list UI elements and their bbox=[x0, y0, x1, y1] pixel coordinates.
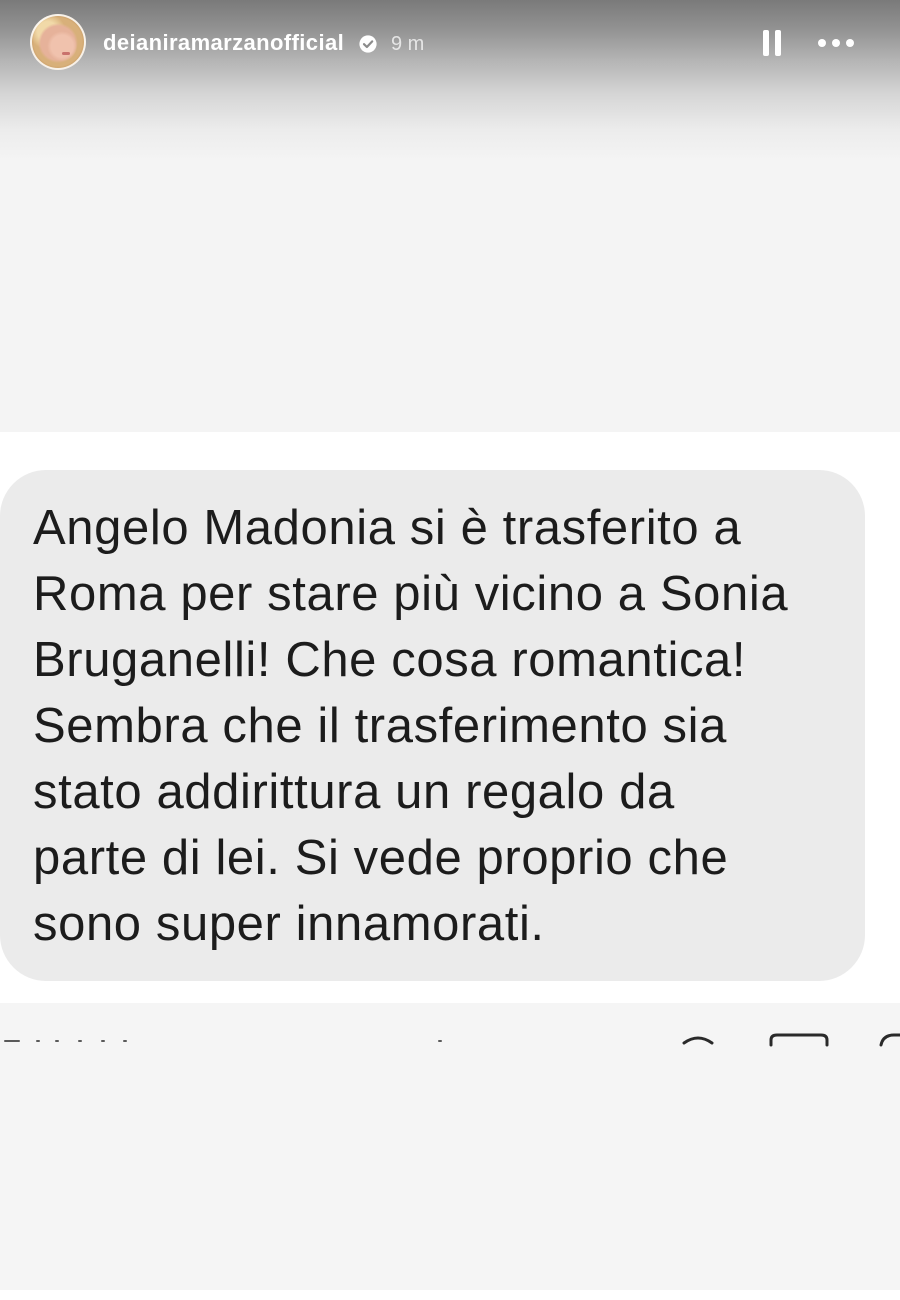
message-bubble: Angelo Madonia si è trasferito a Roma pe… bbox=[0, 470, 865, 981]
message-line: Roma per stare più vicino a Sonia bbox=[33, 567, 789, 621]
message-line: parte di lei. Si vede proprio che bbox=[33, 831, 729, 885]
avatar[interactable] bbox=[30, 14, 86, 70]
story-screen: deianiramarzanofficial 9 m Angelo Madoni… bbox=[0, 0, 900, 1300]
message-line: sono super innamorati. bbox=[33, 897, 545, 951]
message-line: Bruganelli! Che cosa romantica! bbox=[33, 633, 747, 687]
message-line: stato addirittura un regalo da bbox=[33, 765, 675, 819]
avatar-photo-detail bbox=[62, 52, 70, 55]
pause-icon bbox=[763, 30, 781, 56]
screenshot-panel: Angelo Madonia si è trasferito a Roma pe… bbox=[0, 432, 900, 1003]
more-options-icon bbox=[818, 39, 856, 47]
cropped-toolbar-fragment bbox=[4, 1033, 900, 1047]
story-header: deianiramarzanofficial 9 m bbox=[0, 0, 900, 90]
post-time: 9 m bbox=[391, 33, 425, 55]
message-line: Angelo Madonia si è trasferito a bbox=[33, 501, 742, 555]
more-options-button[interactable] bbox=[812, 28, 862, 58]
verified-badge-icon bbox=[357, 33, 379, 55]
bottom-edge bbox=[0, 1290, 900, 1300]
pause-button[interactable] bbox=[756, 24, 788, 62]
username[interactable]: deianiramarzanofficial bbox=[103, 30, 344, 56]
message-line: Sembra che il trasferimento sia bbox=[33, 699, 727, 753]
